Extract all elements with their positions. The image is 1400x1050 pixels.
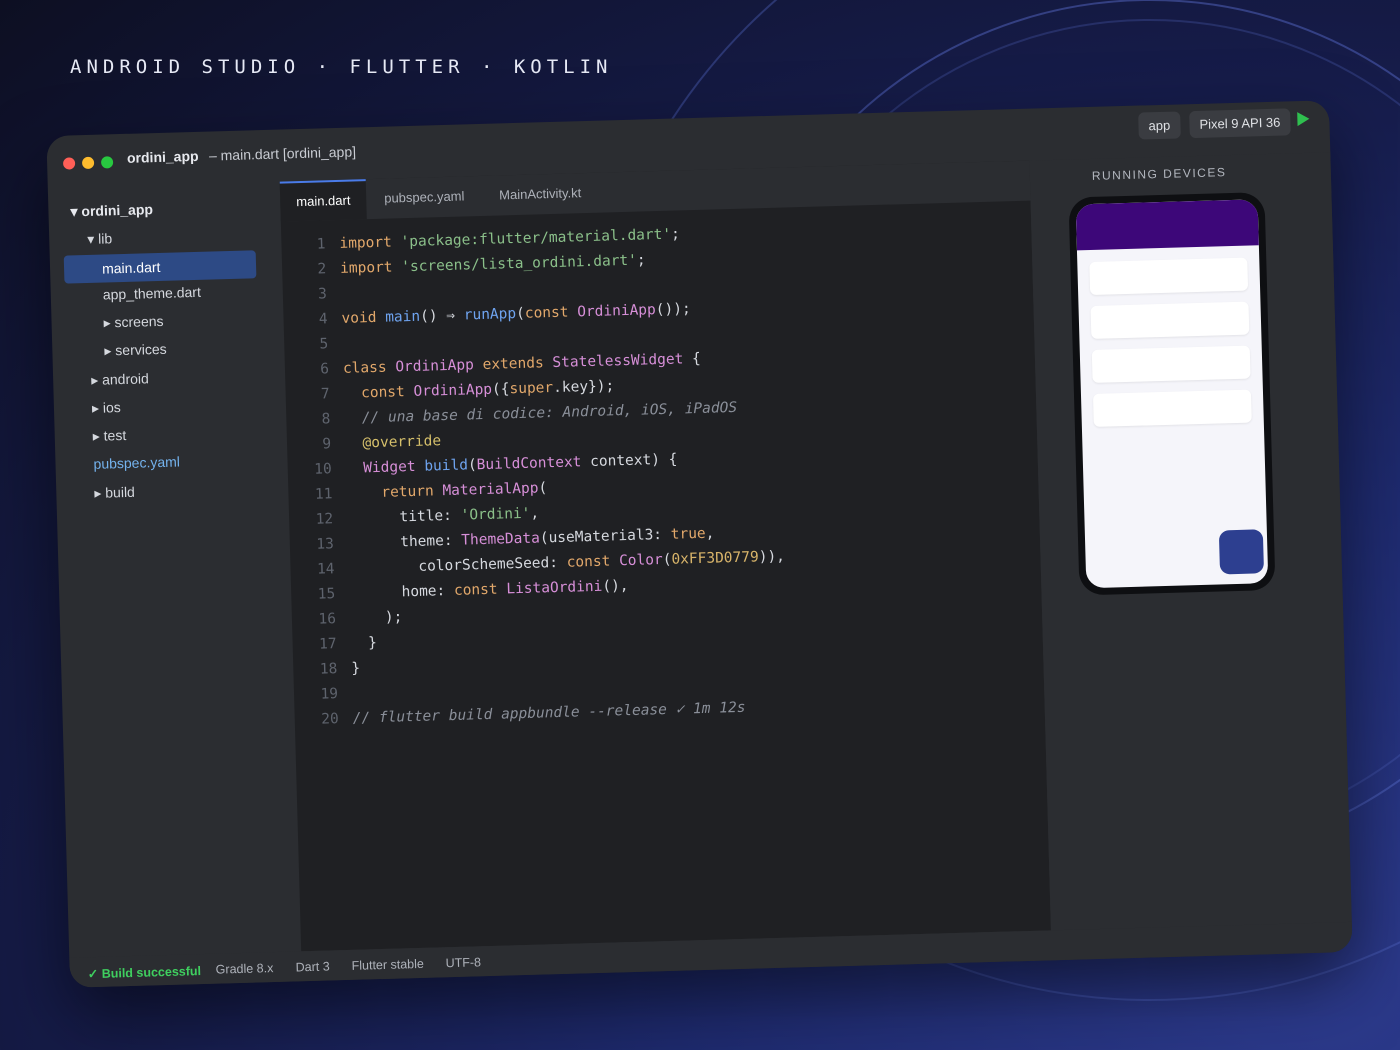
panel-title: RUNNING DEVICES (1091, 165, 1227, 183)
tab-pubspec-yaml[interactable]: pubspec.yaml (368, 176, 481, 219)
minimize-window-button[interactable] (81, 156, 95, 170)
tree-item-build[interactable]: ▸ build (94, 484, 135, 502)
file-encoding[interactable]: UTF-8 (445, 955, 481, 970)
tree-item-screens[interactable]: ▸ screens (103, 313, 163, 332)
dart-version[interactable]: Dart 3 (295, 959, 329, 974)
code-editor[interactable]: main.dart pubspec.yaml MainActivity.kt 1… (279, 160, 1051, 952)
project-tree: ▾ ordini_app ▾ lib main.dart app_theme.d… (48, 182, 301, 958)
code-line: 17 } (318, 635, 378, 653)
tree-item-lib[interactable]: ▾ lib (87, 230, 112, 248)
tree-item-ios[interactable]: ▸ ios (92, 399, 121, 417)
code-line: 3 (317, 286, 328, 303)
floating-action-button[interactable] (1218, 529, 1265, 575)
flutter-channel[interactable]: Flutter stable (351, 957, 424, 973)
phone-screen[interactable] (1075, 199, 1269, 589)
zoom-window-button[interactable] (100, 156, 114, 169)
close-window-button[interactable] (62, 157, 76, 170)
device-select[interactable]: Pixel 9 API 36 (1189, 108, 1291, 139)
tab-main-activity-kt[interactable]: MainActivity.kt (483, 173, 598, 216)
tree-item-services[interactable]: ▸ services (104, 341, 167, 360)
window-subtitle: – main.dart [ordini_app] (208, 143, 357, 164)
list-item[interactable] (1092, 389, 1252, 427)
gradle-version[interactable]: Gradle 8.x (216, 961, 274, 977)
running-devices-panel: RUNNING DEVICES (1029, 152, 1352, 931)
phone-emulator[interactable] (1068, 192, 1276, 596)
tree-item-app-theme-dart[interactable]: app_theme.dart (103, 284, 201, 303)
list-item[interactable] (1090, 301, 1250, 339)
page-heading: ANDROID STUDIO · FLUTTER · KOTLIN (70, 56, 613, 78)
build-status[interactable]: ✓ Build successful (88, 963, 202, 981)
tree-item-test[interactable]: ▸ test (93, 427, 127, 445)
tree-item-ordini-app[interactable]: ▾ ordini_app (70, 201, 153, 220)
app-bar (1075, 199, 1259, 251)
code-line: 4 void main() ⇒ runApp(const OrdiniApp())… (318, 301, 691, 328)
tree-item-main-dart[interactable]: main.dart (63, 250, 257, 284)
tab-main-dart[interactable]: main.dart (279, 179, 368, 222)
code-line: 20// flutter build appbundle --release ✓… (321, 699, 746, 728)
code-line: 9 @override (322, 433, 442, 453)
code-line: 19 (320, 686, 339, 703)
list-item[interactable] (1089, 257, 1249, 295)
code-line: 5 (319, 336, 329, 353)
code-line: 16 ); (318, 609, 403, 628)
tree-item-pubspec-yaml[interactable]: pubspec.yaml (93, 453, 180, 471)
list-item[interactable] (1091, 345, 1251, 383)
run-icon[interactable] (1297, 111, 1310, 127)
tree-item-android[interactable]: ▸ android (91, 370, 149, 389)
run-configuration-select[interactable]: app (1138, 111, 1181, 140)
code-line: 18} (319, 660, 361, 678)
ide-window: ordini_app – main.dart [ordini_app] app … (46, 100, 1353, 988)
project-name[interactable]: ordini_app (127, 148, 199, 166)
